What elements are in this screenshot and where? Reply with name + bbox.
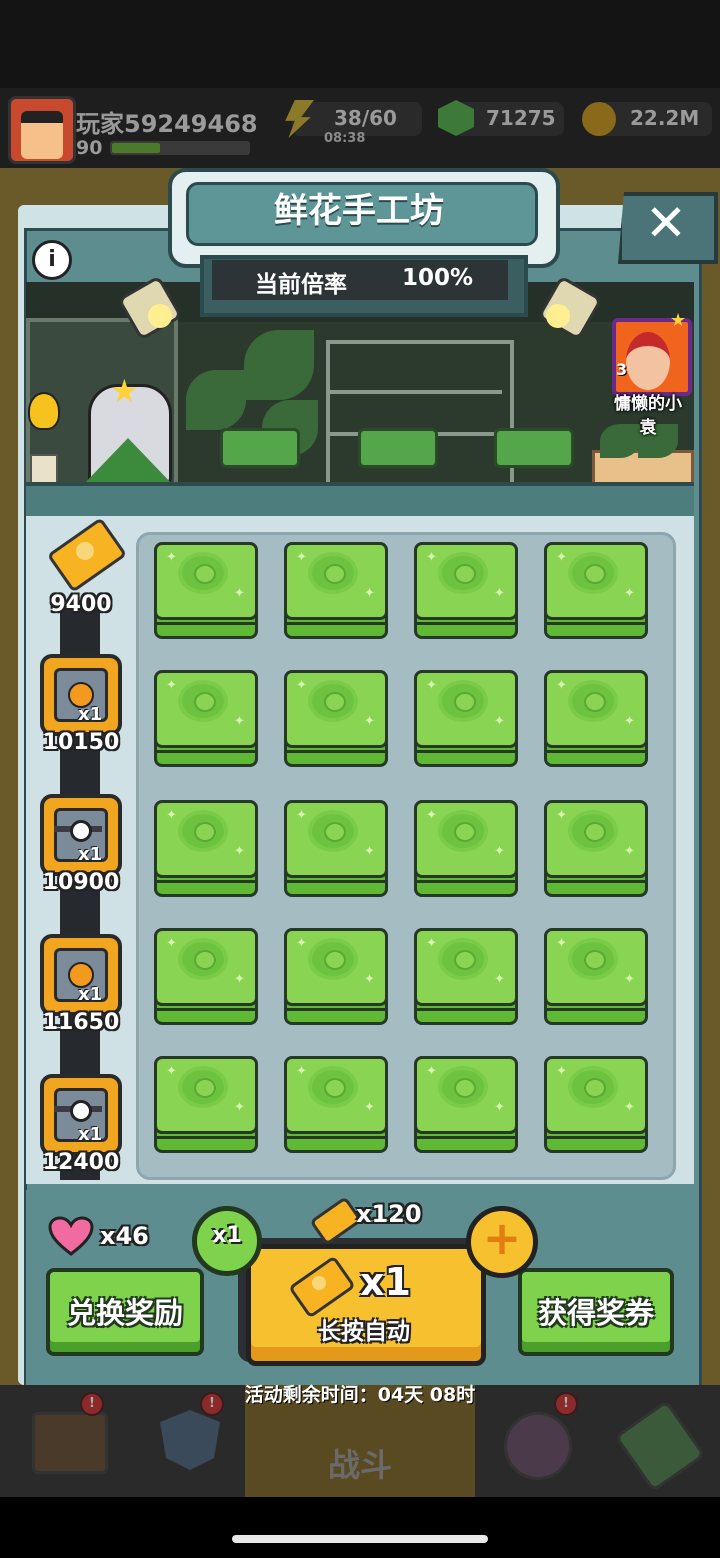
flower-box-tile[interactable]: ✦ ✦ bbox=[154, 542, 258, 642]
star-icon: ★ bbox=[670, 310, 687, 331]
heart-count: x46 bbox=[100, 1222, 149, 1250]
flower-box-tile[interactable]: ✦ ✦ bbox=[414, 928, 518, 1028]
flower-box-tile[interactable]: ✦ ✦ bbox=[414, 1056, 518, 1156]
get-tickets-label: 获得奖券 bbox=[537, 1296, 654, 1330]
heart-icon bbox=[48, 1216, 94, 1256]
rate-value: 100% bbox=[402, 265, 474, 291]
close-icon[interactable]: ✕ bbox=[618, 188, 714, 258]
rate-label: 当前倍率 bbox=[255, 272, 347, 298]
stool bbox=[220, 428, 300, 468]
flower-box-tile[interactable]: ✦ ✦ bbox=[414, 670, 518, 770]
flower-box-tile[interactable]: ✦ ✦ bbox=[544, 928, 648, 1028]
plus-icon: + bbox=[482, 1211, 522, 1265]
milestone-value: 12400 bbox=[42, 1150, 120, 1175]
plant-leaf bbox=[186, 370, 246, 430]
flower-box-tile[interactable]: ✦ ✦ bbox=[284, 1056, 388, 1156]
flower-box-tile[interactable]: ✦ ✦ bbox=[154, 928, 258, 1028]
exchange-rewards-label: 兑换奖励 bbox=[66, 1296, 183, 1330]
milestone-value: 10150 bbox=[42, 730, 120, 755]
flower-box-tile[interactable]: ✦ ✦ bbox=[414, 542, 518, 642]
open-count: x1 bbox=[360, 1260, 411, 1304]
milestone-value: 10900 bbox=[42, 870, 120, 895]
flower-box-tile[interactable]: ✦ ✦ bbox=[414, 800, 518, 900]
flower-box-tile[interactable]: ✦ ✦ bbox=[284, 928, 388, 1028]
player-name: 玩家59249468 bbox=[76, 110, 258, 138]
reward-count: x1 bbox=[78, 704, 103, 725]
ticket-cost: x120 bbox=[356, 1200, 422, 1228]
shelf-board bbox=[330, 390, 502, 394]
flower-box-tile[interactable]: ✦ ✦ bbox=[154, 1056, 258, 1156]
flower-box-tile[interactable]: ✦ ✦ bbox=[544, 1056, 648, 1156]
multiplier-label: x1 bbox=[212, 1223, 242, 1248]
reward-count: x1 bbox=[78, 1124, 103, 1145]
flower-box-tile[interactable]: ✦ ✦ bbox=[284, 542, 388, 642]
plant-leaf bbox=[244, 330, 314, 400]
star-icon: ★ bbox=[110, 372, 139, 410]
flower-box-tile[interactable]: ✦ ✦ bbox=[544, 800, 648, 900]
milestone-value: 11650 bbox=[42, 1010, 120, 1035]
energy-timer: 08:38 bbox=[324, 131, 366, 146]
ticket-icon bbox=[46, 517, 128, 593]
info-icon[interactable]: i bbox=[32, 240, 72, 280]
yellow-flower-icon bbox=[22, 392, 60, 488]
long-press-auto-label: 长按自动 bbox=[318, 1319, 410, 1345]
ticket-icon bbox=[309, 1196, 363, 1246]
flower-box-tile[interactable]: ✦ ✦ bbox=[284, 800, 388, 900]
character-name: 慵懒的小袁 bbox=[614, 394, 682, 438]
ticket-icon bbox=[288, 1255, 356, 1319]
flower-box-tile[interactable]: ✦ ✦ bbox=[154, 670, 258, 770]
stool bbox=[358, 428, 438, 468]
event-timer: 活动剩余时间：04天 08时 bbox=[244, 1384, 476, 1406]
reward-count: x1 bbox=[78, 984, 103, 1005]
status-bar bbox=[0, 0, 720, 88]
flower-box-tile[interactable]: ✦ ✦ bbox=[544, 542, 648, 642]
coin-icon bbox=[582, 102, 616, 136]
lamp-light bbox=[546, 304, 570, 328]
energy-value: 38/60 bbox=[334, 106, 397, 130]
modal-title: 鲜花手工坊 bbox=[274, 191, 444, 231]
coin-value: 22.2M bbox=[630, 106, 700, 130]
stool bbox=[494, 428, 574, 468]
player-avatar[interactable] bbox=[8, 96, 76, 164]
flower-box-tile[interactable]: ✦ ✦ bbox=[544, 670, 648, 770]
gem-value: 71275 bbox=[486, 106, 556, 130]
character-portrait bbox=[626, 332, 670, 390]
player-level: 90 bbox=[76, 137, 103, 159]
flower-box-tile[interactable]: ✦ ✦ bbox=[284, 670, 388, 770]
nav-battle-label: 战斗 bbox=[327, 1446, 392, 1484]
shop-counter bbox=[26, 482, 694, 516]
level-progress-fill bbox=[112, 143, 160, 153]
reward-count: x1 bbox=[78, 844, 103, 865]
character-level: 3 bbox=[616, 360, 628, 379]
home-indicator[interactable] bbox=[232, 1535, 488, 1543]
flower-box-tile[interactable]: ✦ ✦ bbox=[154, 800, 258, 900]
home-indicator-area bbox=[0, 1497, 720, 1558]
lamp-light bbox=[148, 304, 172, 328]
track-start-value: 9400 bbox=[50, 592, 112, 617]
